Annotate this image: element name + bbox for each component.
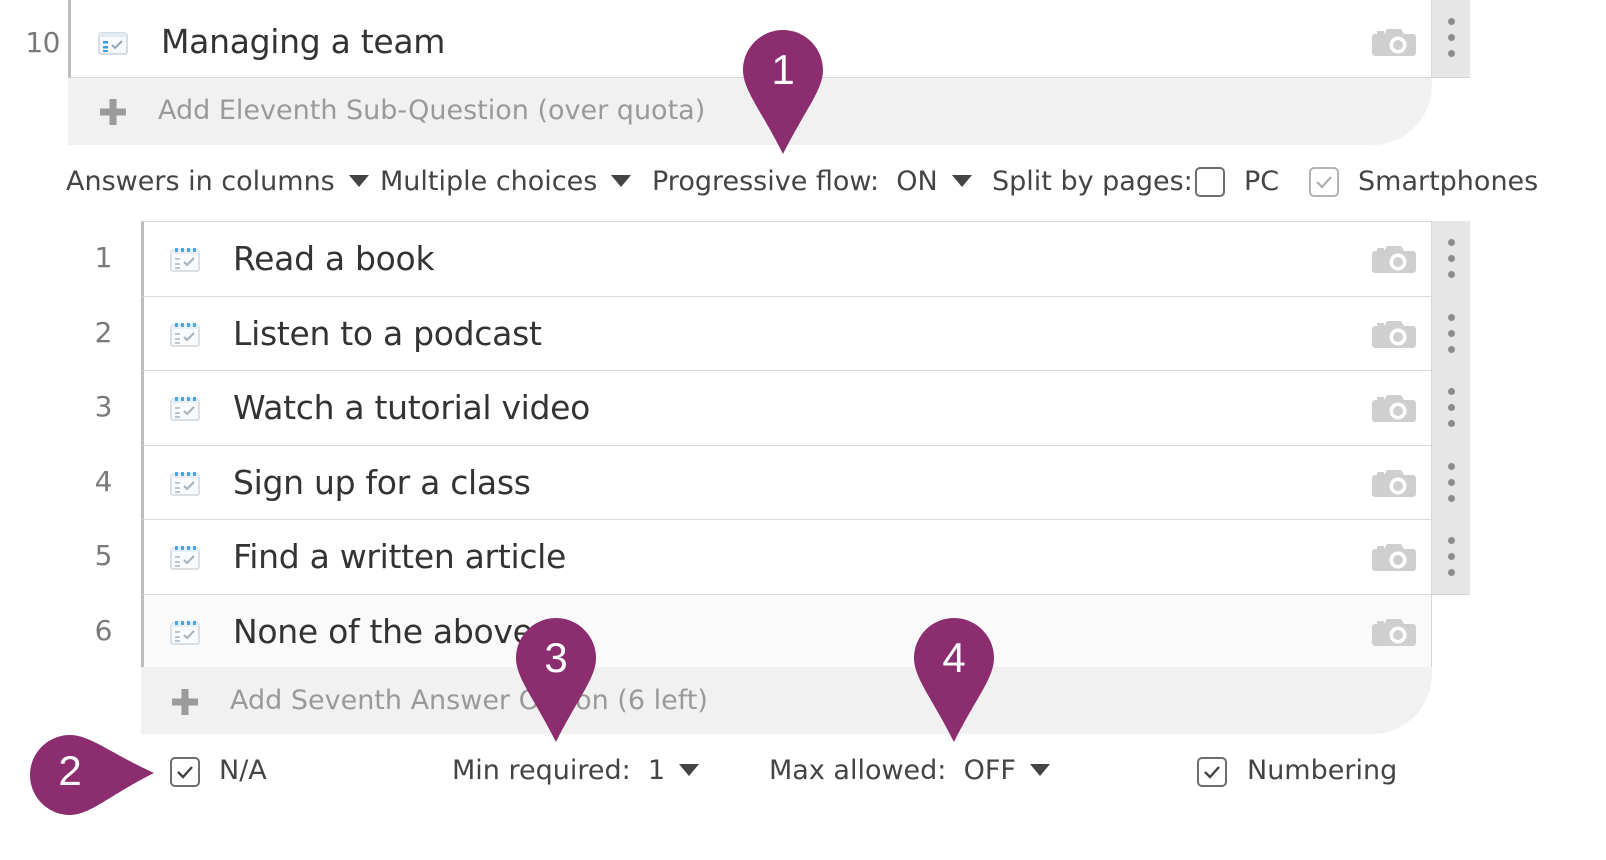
checkmark-icon xyxy=(177,766,193,779)
caret-down-icon xyxy=(611,174,632,187)
kebab-dot xyxy=(1448,553,1455,560)
kebab-dot xyxy=(1448,495,1455,502)
kebab-dot xyxy=(1448,346,1455,353)
progressive-flow-label: Progressive flow: ON xyxy=(652,166,938,197)
callout-number: 1 xyxy=(771,46,795,93)
layout-dropdown[interactable]: Answers in columns xyxy=(66,166,369,197)
answer-menu-kebab[interactable] xyxy=(1432,296,1470,372)
caret-down-icon xyxy=(951,174,972,187)
answer-type-icon xyxy=(170,323,200,347)
answer-label[interactable]: Read a book xyxy=(233,239,435,278)
checkmark-icon xyxy=(1316,176,1332,189)
camera-icon[interactable] xyxy=(1371,243,1417,275)
checkmark-icon xyxy=(1204,766,1220,779)
pc-label: PC xyxy=(1244,166,1280,197)
max-allowed-label: Max allowed: OFF xyxy=(769,755,1016,786)
numbering-label: Numbering xyxy=(1247,755,1398,786)
row-number: 10 xyxy=(25,26,60,59)
answer-number: 4 xyxy=(94,465,113,498)
sub-question-label[interactable]: Managing a team xyxy=(161,22,445,61)
progressive-flow-dropdown[interactable]: Progressive flow: ON xyxy=(652,166,972,197)
answer-type-icon xyxy=(170,621,200,645)
answer-type-icon xyxy=(170,397,200,421)
plus-icon xyxy=(100,99,126,125)
callout-marker: 4 xyxy=(912,616,996,746)
caret-down-icon xyxy=(679,763,700,776)
camera-icon[interactable] xyxy=(1371,392,1417,424)
answer-label[interactable]: Sign up for a class xyxy=(233,463,531,502)
camera-icon[interactable] xyxy=(1371,26,1417,58)
kebab-dot xyxy=(1448,479,1455,486)
callout-marker: 2 xyxy=(28,733,158,817)
callout-marker: 3 xyxy=(514,616,598,746)
answer-menu-kebab[interactable] xyxy=(1432,445,1470,521)
answer-number: 6 xyxy=(94,614,113,647)
caret-down-icon xyxy=(348,174,369,187)
callout-marker: 1 xyxy=(741,28,825,158)
pc-checkbox[interactable] xyxy=(1195,167,1225,197)
kebab-dot xyxy=(1448,314,1455,321)
choice-type-dropdown[interactable]: Multiple choices xyxy=(380,166,632,197)
answer-label[interactable]: Find a written article xyxy=(233,537,566,576)
smartphones-checkbox[interactable] xyxy=(1309,167,1339,197)
smartphones-label: Smartphones xyxy=(1358,166,1539,197)
answer-type-icon xyxy=(170,472,200,496)
answer-number: 3 xyxy=(94,390,113,423)
answer-number: 5 xyxy=(94,539,113,572)
kebab-dot xyxy=(1448,255,1455,262)
min-required-label: Min required: 1 xyxy=(452,755,666,786)
answer-menu-kebab[interactable] xyxy=(1432,519,1470,595)
add-answer-link[interactable]: Add Seventh Answer Option (6 left) xyxy=(230,685,708,716)
answer-label[interactable]: None of the above xyxy=(233,612,533,651)
kebab-dot xyxy=(1448,537,1455,544)
camera-icon[interactable] xyxy=(1371,318,1417,350)
numbering-checkbox[interactable] xyxy=(1197,757,1227,787)
answer-label[interactable]: Watch a tutorial video xyxy=(233,388,590,427)
answer-number: 2 xyxy=(94,316,113,349)
camera-icon[interactable] xyxy=(1371,616,1417,648)
na-label: N/A xyxy=(219,755,267,786)
choice-type-label: Multiple choices xyxy=(380,166,598,197)
answer-menu-kebab[interactable] xyxy=(1432,221,1470,297)
answer-label[interactable]: Listen to a podcast xyxy=(233,314,542,353)
max-allowed-dropdown[interactable]: Max allowed: OFF xyxy=(769,755,1050,786)
camera-icon[interactable] xyxy=(1371,541,1417,573)
layout-dropdown-label: Answers in columns xyxy=(66,166,335,197)
kebab-dot xyxy=(1448,569,1455,576)
add-sub-question-link[interactable]: Add Eleventh Sub-Question (over quota) xyxy=(158,95,705,126)
answer-type-icon xyxy=(170,248,200,272)
answer-type-icon xyxy=(170,546,200,570)
plus-icon xyxy=(172,689,198,715)
caret-down-icon xyxy=(1029,763,1050,776)
kebab-dot xyxy=(1448,404,1455,411)
kebab-dot xyxy=(1448,420,1455,427)
kebab-dot xyxy=(1448,239,1455,246)
na-checkbox[interactable] xyxy=(170,757,200,787)
kebab-dot xyxy=(1448,271,1455,278)
answer-menu-kebab[interactable] xyxy=(1432,370,1470,446)
kebab-dot xyxy=(1448,388,1455,395)
kebab-dot xyxy=(1448,330,1455,337)
min-required-dropdown[interactable]: Min required: 1 xyxy=(452,755,700,786)
callout-number: 4 xyxy=(942,634,966,681)
row-menu-kebab[interactable] xyxy=(1432,0,1470,78)
callout-number: 3 xyxy=(544,634,568,681)
split-by-pages-label: Split by pages: xyxy=(992,166,1193,197)
camera-icon[interactable] xyxy=(1371,467,1417,499)
answer-number: 1 xyxy=(94,241,113,274)
callout-number: 2 xyxy=(58,747,82,794)
question-type-icon xyxy=(98,32,128,55)
kebab-dot xyxy=(1448,463,1455,470)
